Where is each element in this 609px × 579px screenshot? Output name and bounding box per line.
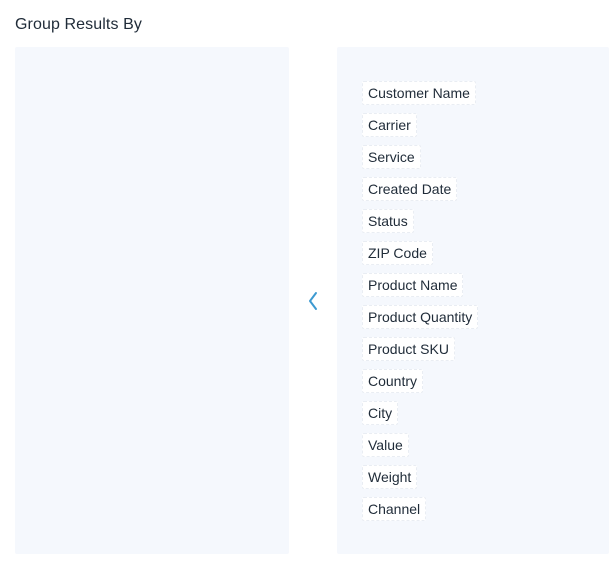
field-chip-customer-name[interactable]: Customer Name (362, 81, 476, 105)
list-item[interactable]: City (362, 401, 478, 425)
field-chip-country[interactable]: Country (362, 369, 424, 393)
list-item[interactable]: Customer Name (362, 81, 478, 105)
group-results-page: Group Results By Customer Name Carrier S… (0, 0, 609, 579)
list-item[interactable]: Service (362, 145, 478, 169)
field-chip-channel[interactable]: Channel (362, 497, 427, 521)
list-item[interactable]: Product SKU (362, 337, 478, 361)
section-title: Group Results By (15, 16, 142, 33)
list-item[interactable]: ZIP Code (362, 241, 478, 265)
field-chip-value[interactable]: Value (362, 433, 409, 457)
field-chip-city[interactable]: City (362, 401, 399, 425)
list-item[interactable]: Channel (362, 497, 478, 521)
available-fields-list: Customer Name Carrier Service Created Da… (362, 81, 479, 529)
list-item[interactable]: Carrier (362, 113, 478, 137)
field-chip-created-date[interactable]: Created Date (362, 177, 458, 201)
field-chip-product-name[interactable]: Product Name (362, 273, 464, 297)
chevron-left-icon (307, 291, 319, 311)
list-item[interactable]: Value (362, 433, 478, 457)
field-chip-service[interactable]: Service (362, 145, 421, 169)
field-chip-carrier[interactable]: Carrier (362, 113, 417, 137)
list-item[interactable]: Status (362, 209, 478, 233)
field-chip-product-sku[interactable]: Product SKU (362, 337, 455, 361)
list-item[interactable]: Product Name (362, 273, 478, 297)
list-item[interactable]: Country (362, 369, 478, 393)
move-to-selected-button[interactable] (302, 290, 324, 312)
field-chip-zip-code[interactable]: ZIP Code (362, 241, 433, 265)
list-item[interactable]: Weight (362, 465, 478, 489)
available-fields-panel: Customer Name Carrier Service Created Da… (337, 47, 609, 554)
list-item[interactable]: Created Date (362, 177, 478, 201)
field-chip-product-quantity[interactable]: Product Quantity (362, 305, 479, 329)
field-chip-status[interactable]: Status (362, 209, 414, 233)
list-item[interactable]: Product Quantity (362, 305, 479, 329)
selected-fields-panel[interactable] (15, 47, 289, 554)
field-chip-weight[interactable]: Weight (362, 465, 418, 489)
